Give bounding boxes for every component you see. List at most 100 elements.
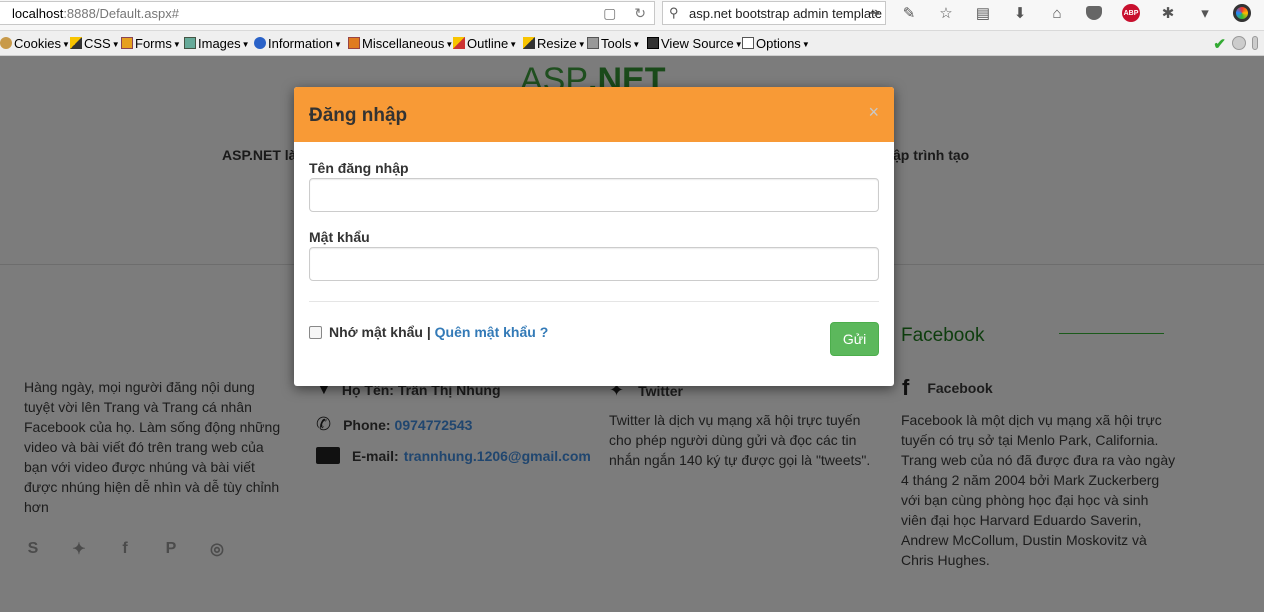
remember-row: Nhớ mật khẩu | Quên mật khẩu ? <box>329 324 548 340</box>
email-row: E-mail: trannhung.1206@gmail.com <box>316 447 591 464</box>
url-path: :8888/Default.aspx# <box>63 6 179 21</box>
phone-row: ✆ Phone: 0974772543 <box>316 414 472 435</box>
password-label: Mật khẩu <box>309 229 370 245</box>
search-go-icon[interactable]: ➔ <box>869 5 880 21</box>
pocket-icon[interactable] <box>1083 3 1105 23</box>
email-link[interactable]: trannhung.1206@gmail.com <box>404 448 591 464</box>
devbar-label: Cookies <box>14 36 61 51</box>
devbar-label: Tools <box>601 36 632 51</box>
login-modal: Đăng nhập × Tên đăng nhập Mật khẩu Nhớ m… <box>294 87 894 386</box>
facebook-title: Facebook <box>901 325 985 346</box>
modal-title: Đăng nhập <box>309 105 408 126</box>
forgot-password-link[interactable]: Quên mật khẩu ? <box>435 324 549 340</box>
pinterest-icon[interactable]: P <box>162 540 180 558</box>
image-icon <box>184 37 196 49</box>
devbar-miscellaneous[interactable]: Miscellaneous▼ <box>348 36 453 51</box>
devbar-cookies[interactable]: Cookies▼ <box>0 36 70 51</box>
skype-icon[interactable]: S <box>24 540 42 558</box>
devbar-forms[interactable]: Forms▼ <box>121 36 181 51</box>
devbar-information[interactable]: Information▼ <box>254 36 342 51</box>
cookie-icon <box>0 37 12 49</box>
url-text: localhost:8888/Default.aspx# <box>12 6 179 21</box>
reload-icon[interactable]: ↻ <box>634 5 646 21</box>
valid-check-icon: ✔ <box>1213 36 1226 53</box>
search-icon: ⚲ <box>669 5 679 20</box>
download-icon[interactable]: ⬇ <box>1009 3 1031 23</box>
view-source-icon <box>647 37 659 49</box>
password-input[interactable] <box>309 247 879 281</box>
devbar-label: Information <box>268 36 334 51</box>
menu-icon[interactable]: ▾ <box>1194 3 1216 23</box>
submit-button[interactable]: Gửi <box>830 322 879 356</box>
browser-navbar: localhost:8888/Default.aspx# ▢ ↻ ⚲ asp.n… <box>0 0 1264 31</box>
facebook-icon[interactable]: f <box>116 540 134 558</box>
twitter-text: Twitter là dịch vụ mạng xã hội trực tuyế… <box>609 412 871 468</box>
devbar-label: Resize <box>537 36 577 51</box>
hero-text-left: ASP.NET là <box>222 147 297 163</box>
devbar-outline[interactable]: Outline▼ <box>453 36 517 51</box>
url-bar[interactable]: localhost:8888/Default.aspx# ▢ ↻ <box>0 1 655 25</box>
url-actions: ▢ ↻ <box>589 5 646 22</box>
modal-header: Đăng nhập × <box>294 87 894 142</box>
about-text: Hàng ngày, mọi người đăng nội dung tuyệt… <box>24 379 281 515</box>
status-dot-icon <box>1252 36 1258 50</box>
separator: | <box>426 324 431 340</box>
close-icon[interactable]: × <box>868 102 879 123</box>
devbar-resize[interactable]: Resize▼ <box>523 36 586 51</box>
facebook-text: Facebook là một dịch vụ mạng xã hội trực… <box>901 412 1176 568</box>
remember-label[interactable]: Nhớ mật khẩu <box>329 324 423 340</box>
phone-link[interactable]: 0974772543 <box>395 417 473 433</box>
devbar-tools[interactable]: Tools▼ <box>587 36 640 51</box>
resize-icon <box>523 37 535 49</box>
dribbble-icon[interactable]: ◎ <box>208 540 226 558</box>
search-bar[interactable]: ⚲ asp.net bootstrap admin template ➔ <box>662 1 886 25</box>
hero-text-right: ập trình tạo <box>893 147 970 163</box>
devbar-images[interactable]: Images▼ <box>184 36 250 51</box>
devbar-label: View Source <box>661 36 734 51</box>
options-icon <box>742 37 754 49</box>
star-icon[interactable]: ☆ <box>935 3 957 23</box>
phone-label: Phone: <box>343 416 391 433</box>
facebook-heading: Facebook <box>927 380 993 396</box>
search-input[interactable]: asp.net bootstrap admin template <box>689 6 882 21</box>
devbar-view-source[interactable]: View Source▼ <box>647 36 743 51</box>
devbar-css[interactable]: CSS▼ <box>70 36 120 51</box>
phone-icon: ✆ <box>316 414 332 434</box>
devbar-label: Miscellaneous <box>362 36 445 51</box>
form-icon <box>121 37 133 49</box>
reader-view-icon[interactable]: ▢ <box>603 5 616 21</box>
devbar-label: Images <box>198 36 241 51</box>
tools-icon <box>587 37 599 49</box>
devbar-options[interactable]: Options▼ <box>742 36 810 51</box>
url-host: localhost <box>12 6 64 21</box>
remember-checkbox[interactable] <box>309 326 322 339</box>
adblock-icon[interactable]: ABP <box>1120 3 1142 23</box>
devbar-label: CSS <box>84 36 111 51</box>
toolbar-icons: ✎ ☆ ▤ ⬇ ⌂ ABP ✱ ▾ <box>898 3 1264 23</box>
pencil-icon <box>70 37 82 49</box>
devbar-label: Outline <box>467 36 509 51</box>
outline-pencil-icon <box>453 37 465 49</box>
social-icons: S ✦ f P ◎ <box>24 540 226 558</box>
email-label: E-mail: <box>352 447 399 464</box>
status-dot-icon <box>1232 36 1246 50</box>
info-icon <box>254 37 266 49</box>
reading-list-icon[interactable]: ▤ <box>972 3 994 23</box>
devbar-label: Options <box>756 36 801 51</box>
devbar-label: Forms <box>135 36 172 51</box>
modal-divider <box>309 301 879 302</box>
facebook-f-icon: f <box>902 375 910 400</box>
misc-icon <box>348 37 360 49</box>
username-label: Tên đăng nhập <box>309 160 409 176</box>
home-icon[interactable]: ⌂ <box>1046 3 1068 23</box>
chrome-icon[interactable] <box>1231 3 1253 23</box>
web-developer-toolbar: Cookies▼ CSS▼ Forms▼ Images▼ Information… <box>0 31 1264 56</box>
facebook-title-rule <box>1059 333 1164 334</box>
bug-icon[interactable]: ✱ <box>1157 3 1179 23</box>
envelope-icon <box>316 447 340 464</box>
devbar-status: ✔ <box>1213 35 1258 53</box>
username-input[interactable] <box>309 178 879 212</box>
facebook-heading-row: f Facebook <box>902 375 993 401</box>
feed-icon[interactable]: ✎ <box>898 3 920 23</box>
twitter-icon[interactable]: ✦ <box>70 540 88 558</box>
